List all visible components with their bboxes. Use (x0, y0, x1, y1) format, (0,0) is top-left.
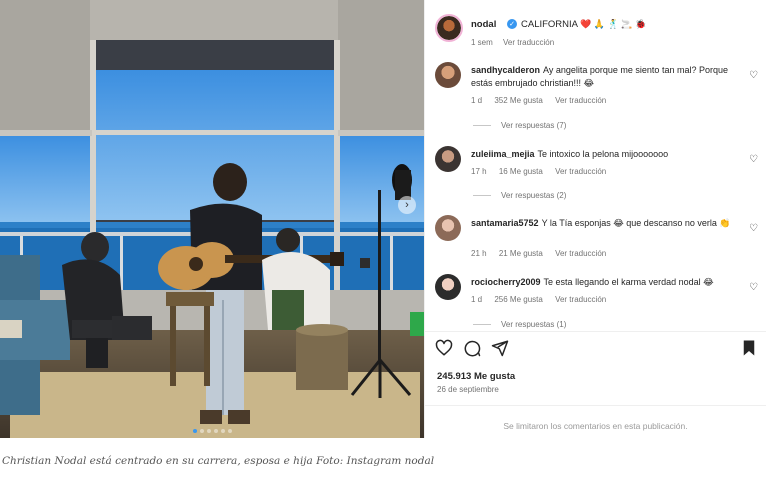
comment-meta: 17 h 16 Me gusta Ver traducción (471, 167, 616, 176)
commenter-avatar[interactable] (435, 62, 461, 88)
comment-item: santamaria5752 Y la Tía esponjas 😂 que de… (435, 215, 760, 263)
post-caption: nodal ✓ CALIFORNIA ❤️ 🙏 🕺 🚬 🐞 1 sem Ver … (435, 14, 760, 54)
replies-line (473, 324, 491, 325)
carousel-dot (227, 429, 232, 433)
carousel-dot (206, 429, 211, 433)
carousel-dot (213, 429, 218, 433)
send-icon[interactable] (491, 339, 509, 357)
comment-item: rociocherry2009 Te esta llegando el karma… (435, 274, 760, 314)
comment-meta: 1 d 256 Me gusta Ver traducción (471, 295, 616, 304)
post-action-bar (435, 339, 758, 359)
comment-text: zuleiima_mejia Te intoxico la pelona mijo… (471, 148, 736, 161)
comment-time: 1 d (471, 96, 483, 105)
comment-translate-link[interactable]: Ver traducción (555, 96, 606, 105)
owner-avatar[interactable] (435, 14, 463, 42)
carousel-dot (199, 429, 204, 433)
comment-translate-link[interactable]: Ver traducción (555, 167, 606, 176)
bookmark-icon[interactable] (740, 339, 758, 357)
comment-likes[interactable]: 352 Me gusta (494, 96, 542, 105)
view-replies-label: Ver respuestas (1) (501, 320, 567, 329)
actions-divider (425, 331, 766, 332)
comment-item: zuleiima_mejia Te intoxico la pelona mijo… (435, 146, 760, 186)
replies-line (473, 195, 491, 196)
comment-username[interactable]: zuleiima_mejia (471, 149, 535, 159)
comment-time: 1 d (471, 295, 483, 304)
comment-time: 17 h (471, 167, 487, 176)
view-replies-label: Ver respuestas (2) (501, 191, 567, 200)
comment-body: Te intoxico la pelona mijooooooo (537, 149, 669, 159)
comment-likes[interactable]: 21 Me gusta (499, 249, 543, 258)
comment-translate-link[interactable]: Ver traducción (555, 295, 606, 304)
heart-icon[interactable] (435, 339, 453, 357)
figure-caption: Christian Nodal está centrado en su carr… (2, 455, 435, 467)
comment-text: sandhycalderon Ay angelita porque me sien… (471, 64, 736, 90)
comment-like-icon[interactable]: ♡ (749, 282, 758, 293)
replies-line (473, 125, 491, 126)
commenter-avatar[interactable] (435, 274, 461, 300)
comment-meta: 21 h 21 Me gusta Ver traducción (471, 249, 616, 258)
comment-meta: 1 d 352 Me gusta Ver traducción (471, 96, 616, 105)
comment-like-icon[interactable]: ♡ (749, 154, 758, 165)
comment-text: santamaria5752 Y la Tía esponjas 😂 que de… (471, 217, 736, 230)
caption-location: CALIFORNIA (521, 19, 578, 30)
comment-time: 21 h (471, 249, 487, 258)
commenter-avatar[interactable] (435, 146, 461, 172)
comment-translate-link[interactable]: Ver traducción (555, 249, 606, 258)
comment-likes[interactable]: 256 Me gusta (494, 295, 542, 304)
commenter-avatar[interactable] (435, 215, 461, 241)
caption-emojis: ❤️ 🙏 🕺 🚬 🐞 (580, 19, 647, 29)
caption-translate-link[interactable]: Ver traducción (503, 38, 554, 47)
comment-item: sandhycalderon Ay angelita porque me sien… (435, 62, 760, 142)
comment-username[interactable]: sandhycalderon (471, 65, 540, 75)
comment-like-icon[interactable]: ♡ (749, 223, 758, 234)
caption-text: CALIFORNIA ❤️ 🙏 🕺 🚬 🐞 (521, 19, 646, 30)
post-side-panel: nodal ✓ CALIFORNIA ❤️ 🙏 🕺 🚬 🐞 1 sem Ver … (424, 0, 766, 438)
studio-photo-image (0, 0, 424, 438)
comment-body: Te esta llegando el karma verdad nodal 😂 (543, 277, 714, 287)
caption-time: 1 sem (471, 38, 493, 47)
comments-limited-notice: Se limitaron los comentarios en esta pub… (503, 421, 688, 431)
carousel-next-button[interactable]: › (398, 196, 416, 214)
carousel-indicator (0, 429, 424, 433)
comment-like-icon[interactable]: ♡ (749, 70, 758, 81)
comment-username[interactable]: santamaria5752 (471, 218, 539, 228)
post-date: 26 de septiembre (437, 385, 499, 394)
owner-username[interactable]: nodal (471, 19, 496, 30)
footer-divider (425, 405, 766, 406)
comment-username[interactable]: rociocherry2009 (471, 277, 541, 287)
comment-text: rociocherry2009 Te esta llegando el karma… (471, 276, 736, 289)
post-like-count[interactable]: 245.913 Me gusta (437, 371, 515, 382)
verified-badge-icon: ✓ (507, 19, 517, 29)
carousel-dot (192, 429, 197, 433)
view-replies-label: Ver respuestas (7) (501, 121, 567, 130)
comment-likes[interactable]: 16 Me gusta (499, 167, 543, 176)
view-replies-button[interactable]: Ver respuestas (2) (473, 191, 566, 200)
caption-meta: 1 sem Ver traducción (471, 38, 554, 47)
comment-body: Y la Tía esponjas 😂 que descanso no verl… (541, 218, 731, 228)
view-replies-button[interactable]: Ver respuestas (1) (473, 320, 566, 329)
chevron-right-icon: › (405, 198, 409, 211)
view-replies-button[interactable]: Ver respuestas (7) (473, 121, 566, 130)
comment-icon[interactable] (463, 339, 481, 357)
post-photo[interactable]: › (0, 0, 424, 438)
carousel-dot (220, 429, 225, 433)
